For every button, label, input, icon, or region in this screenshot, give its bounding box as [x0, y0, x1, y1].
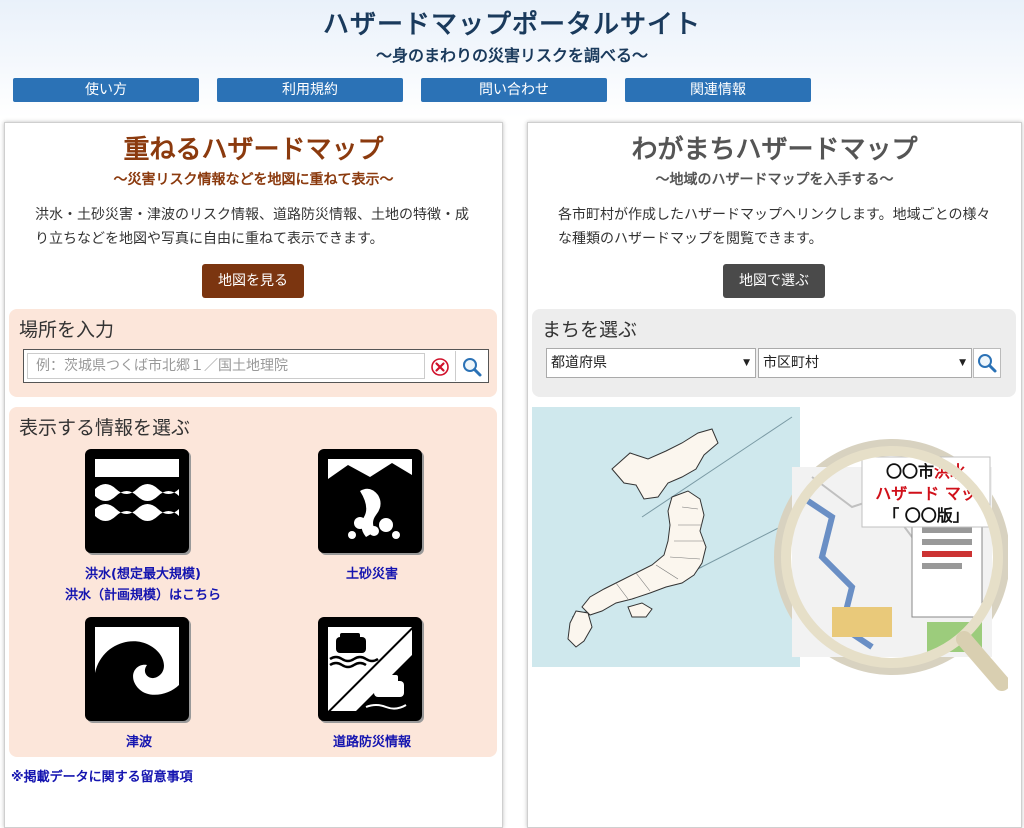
right-panel-subtitle: ～地域のハザードマップを入手する～ [655, 172, 894, 188]
clear-icon[interactable] [428, 355, 452, 379]
road-disaster-link[interactable]: 道路防災情報 [312, 733, 432, 752]
site-title: ハザードマップポータルサイト [322, 10, 701, 40]
info-select-box: 表示する情報を選ぶ 洪水(想定最大規模) 洪水（計画規模）はこちら 土砂災害 津… [9, 407, 497, 757]
right-panel-description: 各市町村が作成したハザードマップへリンクします。地域ごとの様々な種類のハザードマ… [558, 207, 991, 247]
japan-map-image[interactable]: 〇〇市洪水 ハザード マッ 「 〇〇版」 [532, 407, 1008, 719]
town-select-title: まちを選ぶ [542, 319, 638, 341]
city-dropdown-arrow-icon: ▼ [959, 358, 966, 368]
prefecture-dropdown-arrow-icon: ▼ [743, 358, 750, 368]
info-select-title: 表示する情報を選ぶ [19, 417, 191, 439]
place-input-title: 場所を入力 [19, 319, 115, 341]
nav-usage-button[interactable]: 使い方 [13, 78, 199, 102]
data-notes-link[interactable]: ※掲載データに関する留意事項 [11, 766, 193, 785]
place-input-box: 場所を入力 [9, 309, 497, 397]
search-icon[interactable] [460, 355, 484, 379]
flood-max-link[interactable]: 洪水(想定最大規模) [53, 565, 233, 584]
prefecture-select[interactable]: 都道府県 ▼ [546, 348, 756, 378]
tsunami-link[interactable]: 津波 [79, 733, 199, 752]
city-select-value: 市区町村 [763, 355, 819, 371]
left-panel-description: 洪水・土砂災害・津波のリスク情報、道路防災情報、土地の特徴・成り立ちなどを地図や… [35, 207, 469, 247]
city-select[interactable]: 市区町村 ▼ [758, 348, 972, 378]
overlay-hazard-map-panel: 重ねるハザードマップ ～災害リスク情報などを地図に重ねて表示～ 洪水・土砂災害・… [4, 122, 503, 828]
view-map-button[interactable]: 地図を見る [202, 264, 304, 298]
left-panel-subtitle: ～災害リスク情報などを地図に重ねて表示～ [113, 172, 394, 188]
magnifier-line3: 「 〇〇版」 [883, 506, 969, 525]
site-subtitle: ～身のまわりの災害リスクを調べる～ [375, 46, 648, 65]
flood-icon[interactable] [83, 447, 195, 559]
local-hazard-map-panel: わがまちハザードマップ ～地域のハザードマップを入手する～ 各市町村が作成したハ… [527, 122, 1022, 828]
nav-related-button[interactable]: 関連情報 [625, 78, 811, 102]
select-on-map-button[interactable]: 地図で選ぶ [723, 264, 825, 298]
right-panel-title: わがまちハザードマップ [631, 135, 918, 165]
landslide-link[interactable]: 土砂災害 [312, 565, 432, 584]
tsunami-icon[interactable] [83, 615, 195, 727]
search-divider [455, 351, 456, 381]
magnifier-line2: ハザード マッ [875, 484, 977, 503]
left-panel-title: 重ねるハザードマップ [123, 135, 384, 165]
flood-planned-link[interactable]: 洪水（計画規模）はこちら [43, 586, 243, 605]
place-search-input[interactable] [27, 353, 425, 379]
nav-contact-button[interactable]: 問い合わせ [421, 78, 607, 102]
prefecture-select-value: 都道府県 [551, 355, 607, 371]
place-search-bar [23, 349, 489, 383]
town-search-icon[interactable] [973, 348, 1001, 378]
road-disaster-icon[interactable] [316, 615, 428, 727]
landslide-icon[interactable] [316, 447, 428, 559]
nav-terms-button[interactable]: 利用規約 [217, 78, 403, 102]
